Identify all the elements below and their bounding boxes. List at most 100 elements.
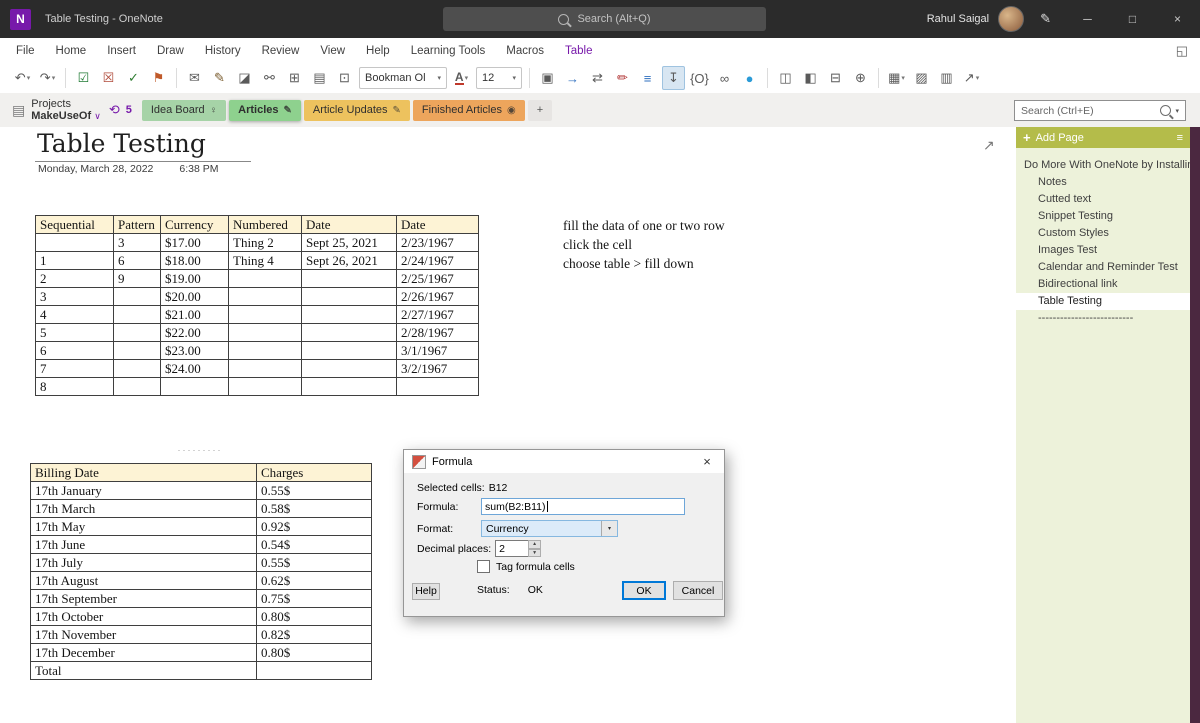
column-header-cell[interactable]: Pattern [114, 216, 161, 234]
table-cell[interactable] [161, 378, 229, 396]
table-cell[interactable]: 0.82$ [257, 626, 372, 644]
table-cell[interactable] [397, 378, 479, 396]
flag-tag-icon[interactable]: ⚑ [148, 67, 169, 89]
user-name[interactable]: Rahul Saigal [927, 13, 989, 25]
page-title[interactable]: Table Testing [35, 129, 251, 162]
ok-button[interactable]: OK [622, 581, 666, 600]
macros-icon[interactable]: {O} [689, 67, 710, 89]
remove-tag-icon[interactable]: ☒ [98, 67, 119, 89]
full-page-view-icon[interactable]: ◱ [1176, 38, 1188, 63]
table-cell[interactable]: 7 [36, 360, 114, 378]
font-size-select[interactable]: 12▾ [476, 67, 522, 89]
table-cell[interactable]: 5 [36, 324, 114, 342]
column-header-cell[interactable]: Billing Date [31, 464, 257, 482]
section-tab-articles[interactable]: Articles✎ [229, 100, 301, 121]
menu-item-table[interactable]: Table [565, 45, 593, 57]
table-cell[interactable]: 17th January [31, 482, 257, 500]
column-header-cell[interactable]: Numbered [229, 216, 302, 234]
table-cell[interactable] [229, 270, 302, 288]
table-cell[interactable] [302, 342, 397, 360]
table-cell[interactable] [36, 234, 114, 252]
table-cell[interactable] [229, 360, 302, 378]
table-cell[interactable]: 17th May [31, 518, 257, 536]
todo-tag-icon[interactable]: ☑ [73, 67, 94, 89]
fill-down-icon[interactable]: ↧ [662, 66, 685, 90]
page-item-active[interactable]: Table Testing [1016, 293, 1190, 310]
section-tab-article-updates[interactable]: Article Updates✎ [304, 100, 410, 121]
table-cell[interactable] [302, 306, 397, 324]
table-cell[interactable] [302, 270, 397, 288]
redo-icon[interactable]: ↷▾ [37, 67, 58, 89]
format-select[interactable]: Currency ▾ [481, 520, 618, 537]
check-tag-icon[interactable]: ✓ [123, 67, 144, 89]
ruler-icon[interactable]: ≡ [637, 67, 658, 89]
table-cell[interactable]: 4 [36, 306, 114, 324]
page-sort-icon[interactable]: ≡ [1177, 132, 1183, 144]
page-item[interactable]: Do More With OneNote by Installing O [1016, 157, 1190, 174]
insert-column-right-icon[interactable]: ◧ [800, 67, 821, 89]
table-cell[interactable]: $17.00 [161, 234, 229, 252]
menu-item-help[interactable]: Help [366, 45, 390, 57]
table-drag-handle[interactable]: ········· [165, 445, 235, 455]
close-icon[interactable]: × [690, 450, 724, 473]
table-cell[interactable]: 0.62$ [257, 572, 372, 590]
page-item[interactable]: -------------------------- [1016, 310, 1190, 327]
table-cell[interactable]: Thing 2 [229, 234, 302, 252]
table-cell[interactable]: 6 [36, 342, 114, 360]
column-header-cell[interactable]: Sequential [36, 216, 114, 234]
table-cell[interactable]: 3/2/1967 [397, 360, 479, 378]
page-item[interactable]: Notes [1016, 174, 1190, 191]
arrow-icon[interactable]: → [562, 67, 583, 89]
table-cell[interactable]: 2/28/1967 [397, 324, 479, 342]
eraser-icon[interactable]: ◪ [234, 67, 255, 89]
table-cell[interactable]: $19.00 [161, 270, 229, 288]
sync-icon[interactable]: ⟲ [109, 102, 120, 118]
global-search-box[interactable]: Search (Alt+Q) [443, 7, 766, 31]
table-cell[interactable]: Thing 4 [229, 252, 302, 270]
table-cell[interactable]: 0.80$ [257, 608, 372, 626]
table-cell[interactable] [302, 288, 397, 306]
table-cell[interactable]: $23.00 [161, 342, 229, 360]
section-search-box[interactable]: Search (Ctrl+E) ▾ [1014, 100, 1186, 121]
table-cell[interactable]: 2 [36, 270, 114, 288]
column-header-cell[interactable]: Date [302, 216, 397, 234]
pen-icon[interactable]: ✎ [1040, 11, 1051, 27]
menu-item-history[interactable]: History [205, 45, 241, 57]
insert-row-icon[interactable]: ⊟ [825, 67, 846, 89]
table-cell[interactable] [229, 288, 302, 306]
table-cell[interactable]: 17th November [31, 626, 257, 644]
insert-column-left-icon[interactable]: ◫ [775, 67, 796, 89]
table-cell[interactable]: 2/26/1967 [397, 288, 479, 306]
table-cell[interactable] [257, 662, 372, 680]
table-cell[interactable]: 6 [114, 252, 161, 270]
table-cell[interactable]: 1 [36, 252, 114, 270]
page-item[interactable]: Custom Styles [1016, 225, 1190, 242]
font-color-icon[interactable]: A▾ [451, 67, 472, 89]
page-item[interactable]: Cutted text [1016, 191, 1190, 208]
table-cell[interactable] [114, 324, 161, 342]
table-cell[interactable]: 2/23/1967 [397, 234, 479, 252]
table-cell[interactable] [114, 306, 161, 324]
table-cell[interactable]: 0.54$ [257, 536, 372, 554]
table-cell[interactable]: 17th July [31, 554, 257, 572]
table-cell[interactable]: 3/1/1967 [397, 342, 479, 360]
add-section-tab[interactable]: + [528, 100, 552, 121]
table-cell[interactable] [302, 324, 397, 342]
dialog-titlebar[interactable]: Formula × [404, 450, 724, 473]
cancel-button[interactable]: Cancel [673, 581, 723, 600]
table-cell[interactable]: 2/25/1967 [397, 270, 479, 288]
page-item[interactable]: Bidirectional link [1016, 276, 1190, 293]
close-button[interactable]: × [1155, 0, 1200, 38]
menu-item-home[interactable]: Home [56, 45, 87, 57]
copy-icon[interactable]: ▥ [936, 67, 957, 89]
notebook-switcher[interactable]: ▤ Projects MakeUseOf ∨ ⟲ 5 [12, 98, 132, 122]
menu-item-review[interactable]: Review [262, 45, 300, 57]
menu-item-learning-tools[interactable]: Learning Tools [411, 45, 486, 57]
shading-icon[interactable]: ▨ [911, 67, 932, 89]
table-cell[interactable] [114, 378, 161, 396]
note-text[interactable]: fill the data of one or two rowclick the… [563, 216, 725, 273]
help-button[interactable]: Help [412, 583, 440, 600]
table-cell[interactable]: 0.55$ [257, 554, 372, 572]
expand-icon[interactable]: ↗ [983, 137, 995, 154]
table-cell[interactable]: 0.75$ [257, 590, 372, 608]
